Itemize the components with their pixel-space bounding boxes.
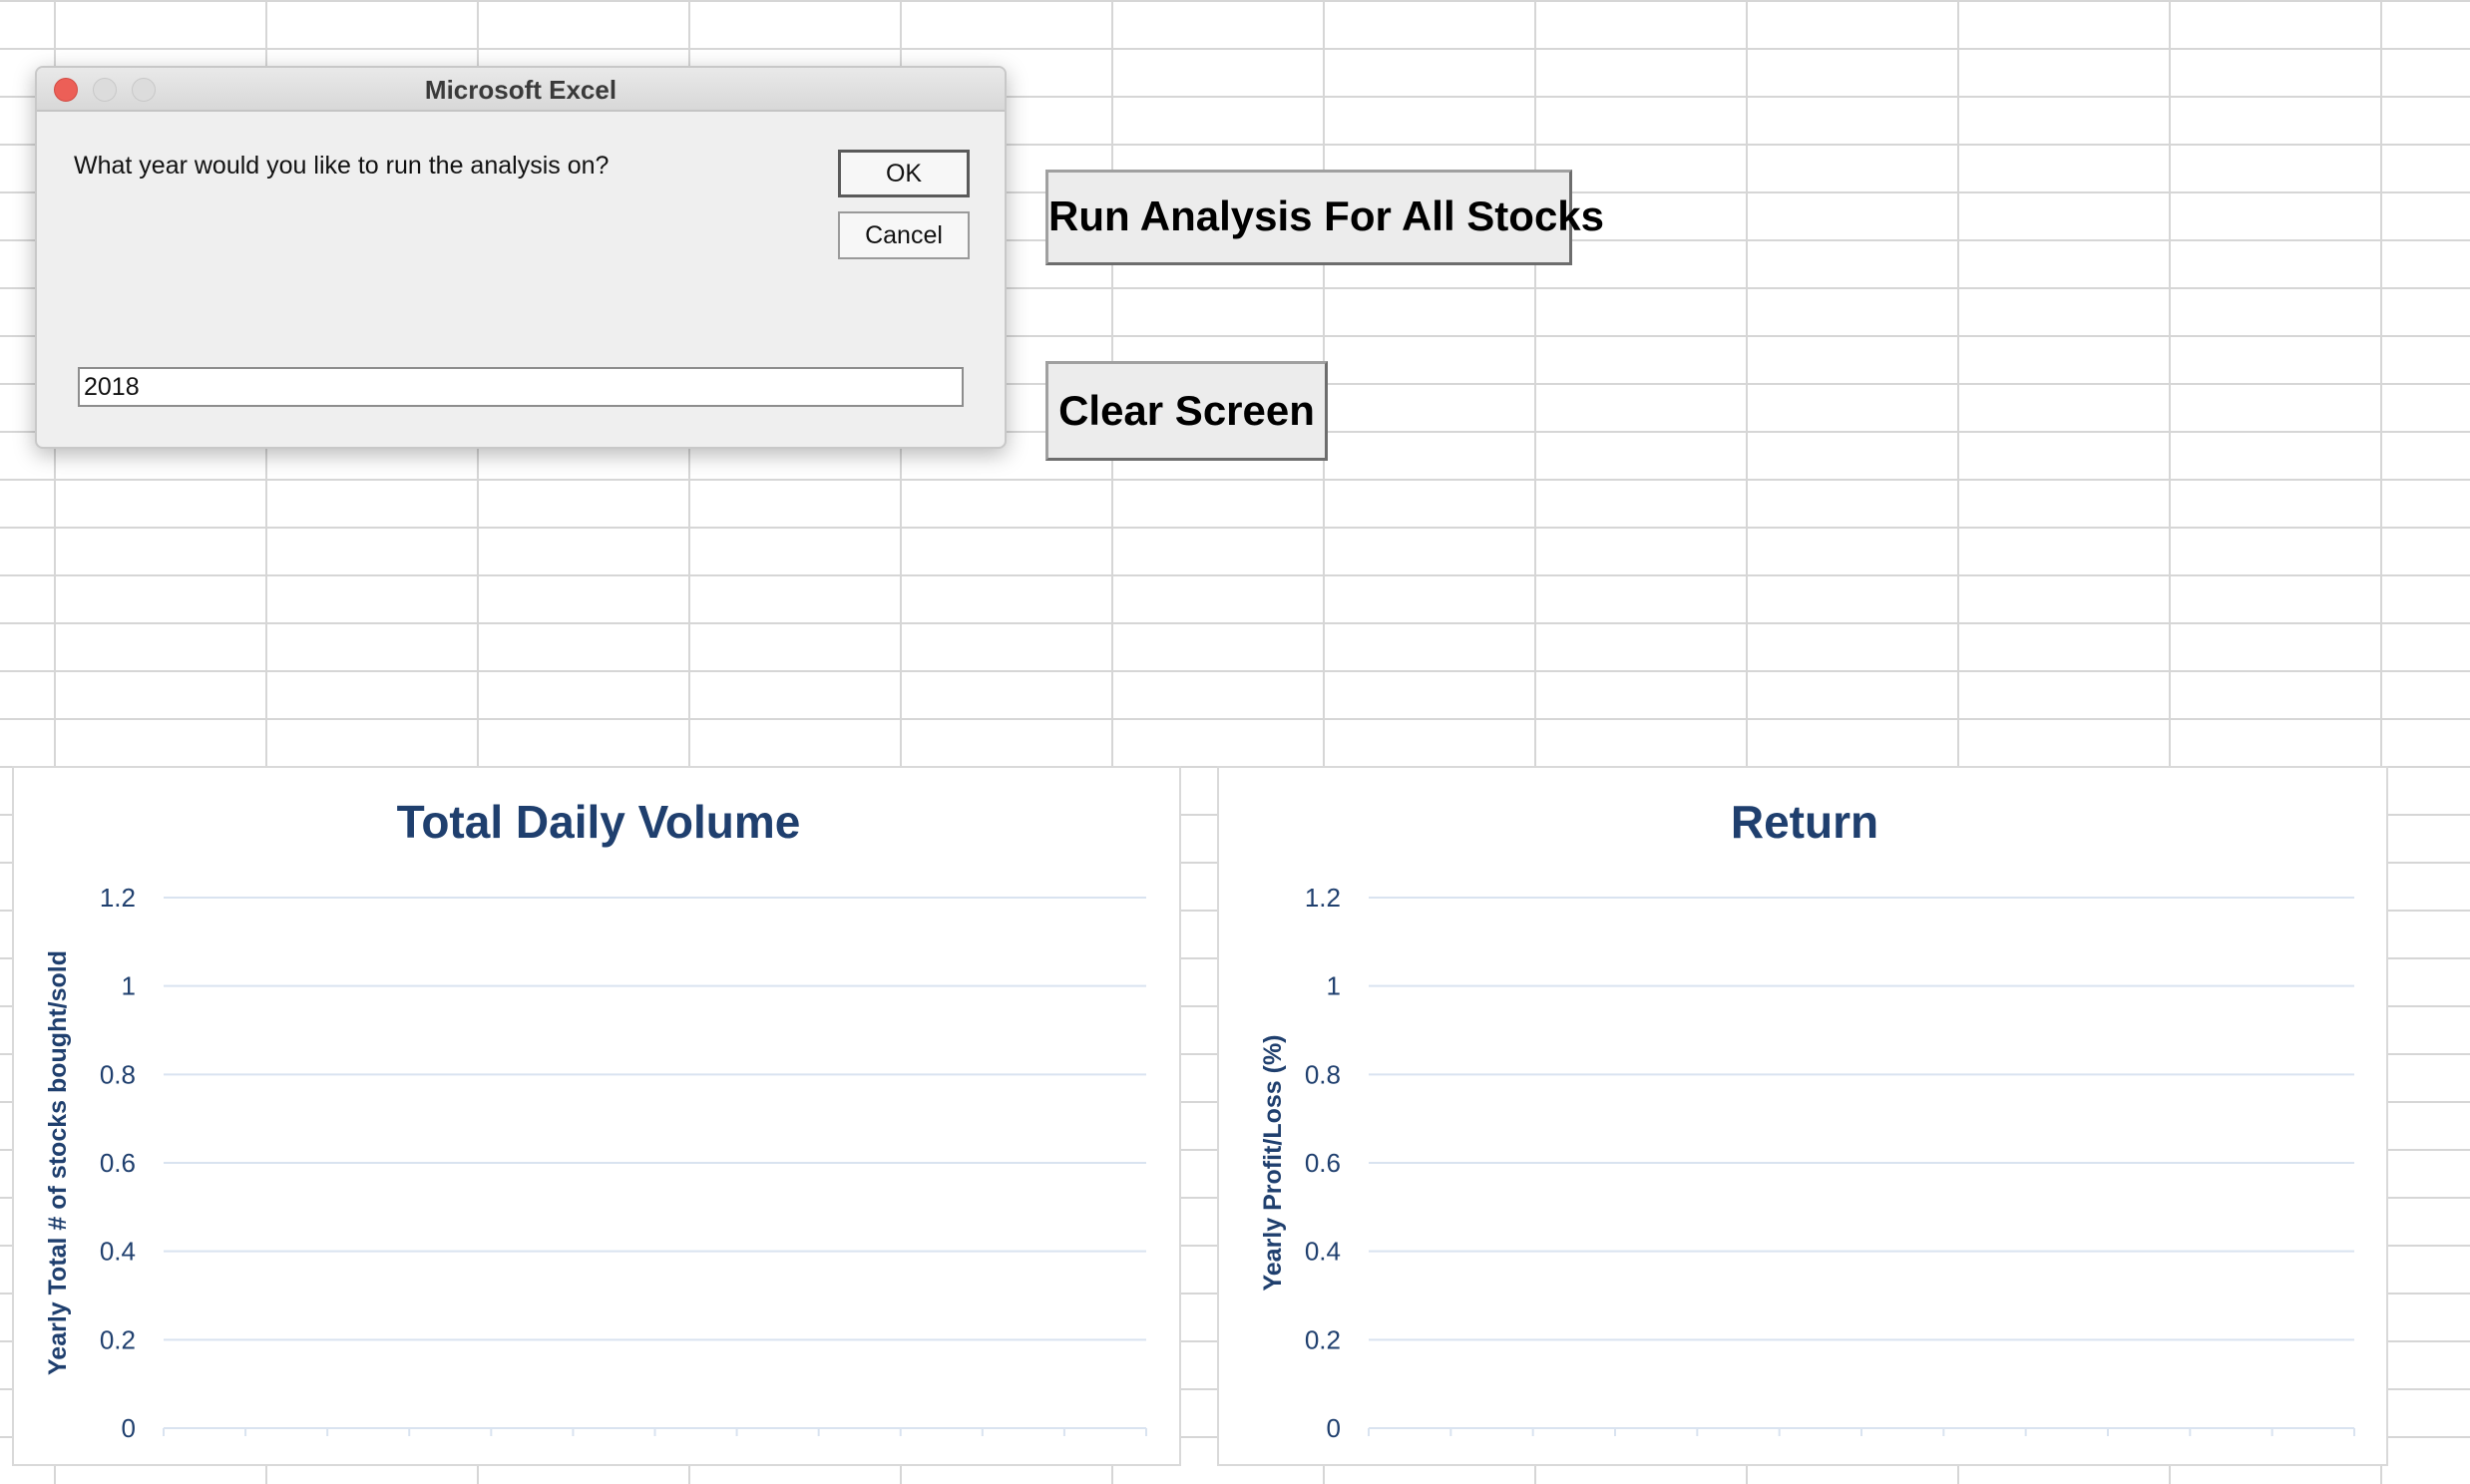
run-analysis-button[interactable]: Run Analysis For All Stocks <box>1045 170 1604 265</box>
total-daily-volume-chart[interactable]: Total Daily Volume 1.2 1 0.8 0.6 0.4 0.2 0 Yearl… <box>12 766 1181 1466</box>
clear-screen-button[interactable]: Clear Screen <box>1045 361 1328 461</box>
chart-title: Total Daily Volume <box>397 796 801 848</box>
y-axis-label: Yearly Total # of stocks bought/sold <box>44 950 72 1375</box>
y-tick-label: 0 <box>1327 1413 1341 1443</box>
year-input[interactable]: 2018 <box>78 367 964 407</box>
input-dialog: Microsoft Excel What year would you like… <box>35 66 1007 449</box>
y-tick-label: 0.4 <box>1305 1237 1341 1267</box>
y-tick-label: 1 <box>122 971 136 1001</box>
y-axis-label: Yearly Profit/Loss (%) <box>1259 1034 1287 1291</box>
y-tick-label: 1.2 <box>1305 883 1341 913</box>
y-tick-label: 0.8 <box>100 1059 136 1089</box>
y-tick-label: 0.2 <box>1305 1324 1341 1354</box>
y-tick-label: 0.2 <box>100 1324 136 1354</box>
cancel-button[interactable]: Cancel <box>838 211 970 259</box>
y-tick-label: 0.8 <box>1305 1059 1341 1089</box>
chart-title: Return <box>1731 796 1878 848</box>
chart-svg: Total Daily Volume 1.2 1 0.8 0.6 0.4 0.2 0 Yearl… <box>44 796 1147 1443</box>
y-tick-label: 0 <box>122 1413 136 1443</box>
dialog-title: Microsoft Excel <box>424 75 618 105</box>
y-tick-label: 1.2 <box>100 883 136 913</box>
y-tick-label: 0.4 <box>100 1237 136 1267</box>
chart-svg: Return 1.2 1 0.8 0.6 0.4 0.2 0 Yearly Profit/Los… <box>1259 796 2355 1443</box>
y-tick-label: 0.6 <box>1305 1148 1341 1178</box>
ok-button[interactable]: OK <box>838 150 970 197</box>
dialog-prompt: What year would you like to run the anal… <box>74 152 610 180</box>
y-tick-label: 1 <box>1327 971 1341 1001</box>
dialog-titlebar[interactable]: Microsoft Excel <box>37 68 1005 112</box>
y-tick-label: 0.6 <box>100 1148 136 1178</box>
return-chart[interactable]: Return 1.2 1 0.8 0.6 0.4 0.2 0 Yearly Profit/Los… <box>1217 766 2388 1466</box>
